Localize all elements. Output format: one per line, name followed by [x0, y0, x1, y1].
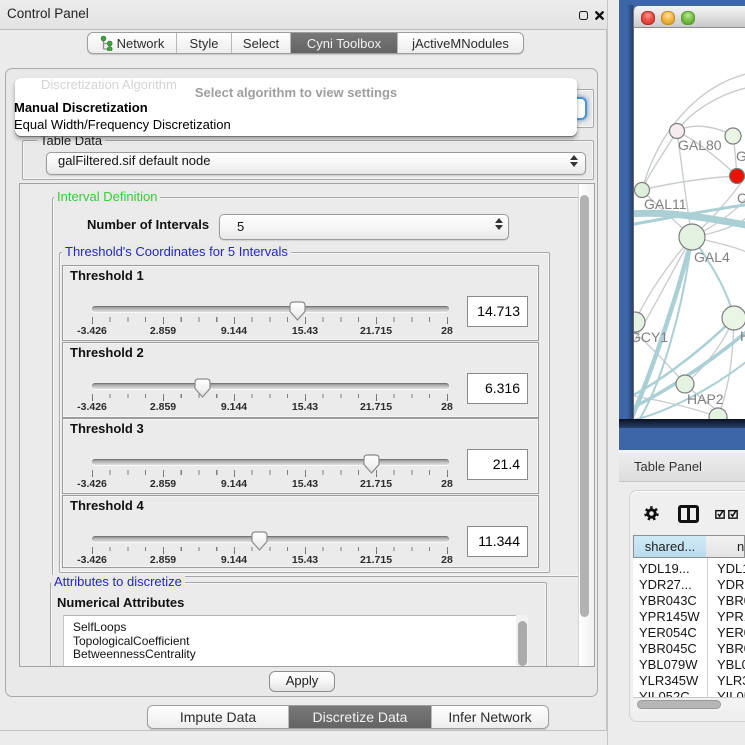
svg-text:GCY1: GCY1 [634, 329, 668, 345]
svg-text:GAL80: GAL80 [678, 137, 722, 153]
svg-text:C: C [737, 190, 745, 206]
svg-text:H: H [740, 328, 745, 344]
svg-text:HAP2: HAP2 [687, 391, 724, 407]
svg-text:GAL11: GAL11 [644, 196, 687, 212]
svg-text:GA: GA [736, 148, 745, 164]
svg-text:GAL4: GAL4 [694, 249, 730, 265]
